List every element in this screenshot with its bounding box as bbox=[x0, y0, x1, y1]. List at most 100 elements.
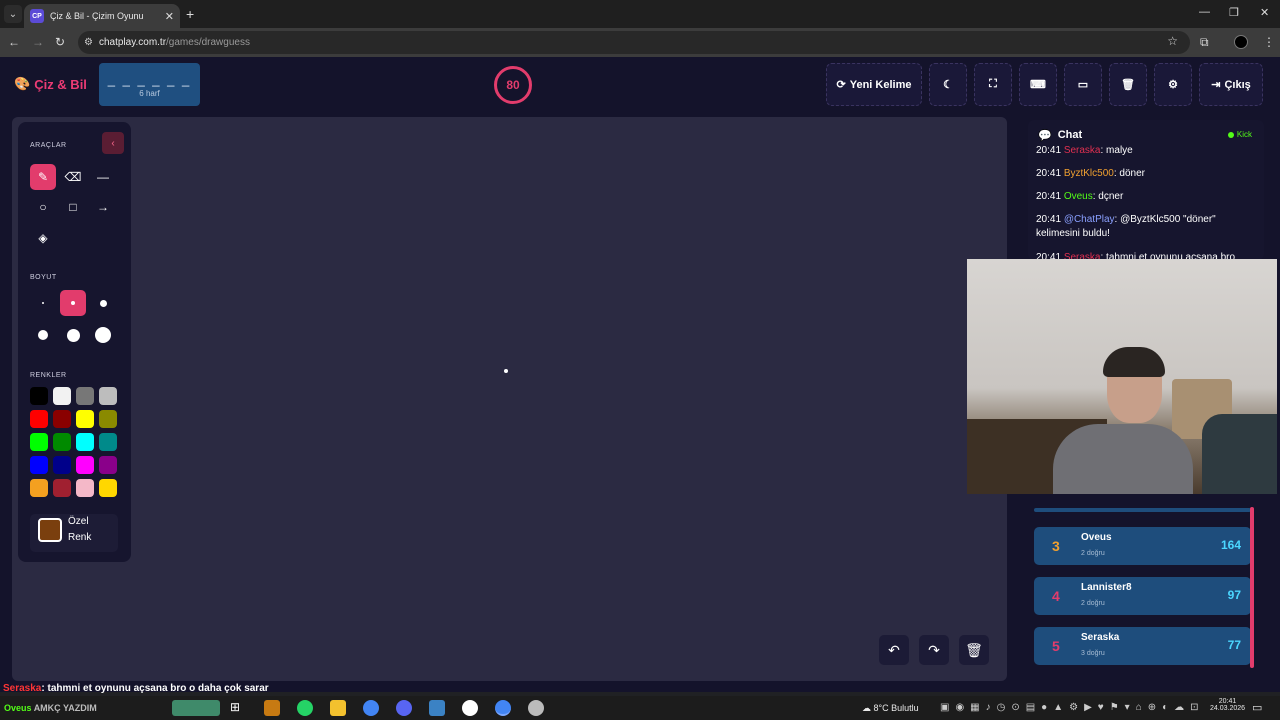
color-swatch[interactable] bbox=[99, 456, 117, 474]
address-bar[interactable]: ⚙ chatplay.com.tr/games/drawguess ☆ bbox=[78, 31, 1190, 54]
discord-icon[interactable] bbox=[396, 700, 412, 716]
fill-tool[interactable]: ◈ bbox=[30, 225, 56, 251]
extensions-icon[interactable]: ⧉ bbox=[1200, 35, 1209, 50]
undo-button[interactable]: ↶ bbox=[879, 635, 909, 665]
stream-chat-overlay: Seraska: tahmni et oynunu açsana bro o d… bbox=[3, 683, 269, 694]
size-option-4[interactable] bbox=[30, 322, 56, 348]
color-swatch[interactable] bbox=[53, 479, 71, 497]
rectangle-tool[interactable]: □ bbox=[60, 194, 86, 220]
size-option-3[interactable] bbox=[90, 290, 116, 316]
circle-icon: ○ bbox=[39, 200, 47, 214]
tab-list-icon[interactable]: ⌄ bbox=[4, 5, 22, 23]
color-swatch[interactable] bbox=[53, 410, 71, 428]
profile-avatar[interactable] bbox=[1234, 35, 1248, 49]
weather-widget[interactable]: ☁ 8°C Bulutlu bbox=[862, 703, 919, 714]
color-swatch[interactable] bbox=[76, 479, 94, 497]
obs-icon[interactable] bbox=[462, 700, 478, 716]
chrome-active-icon[interactable] bbox=[495, 700, 511, 716]
chat-bubble-icon: 💬 bbox=[1038, 129, 1052, 142]
size-option-2[interactable] bbox=[60, 290, 86, 316]
redo-icon: ↷ bbox=[928, 641, 940, 658]
circle-tool[interactable]: ○ bbox=[30, 194, 56, 220]
player-correct-count: 2 doğru bbox=[1081, 600, 1105, 607]
restore-icon[interactable]: ❐ bbox=[1229, 6, 1239, 19]
color-swatch[interactable] bbox=[30, 387, 48, 405]
reload-icon[interactable]: ↻ bbox=[55, 35, 65, 49]
keyboard-button[interactable]: ⌨ bbox=[1019, 63, 1057, 106]
color-swatch[interactable] bbox=[99, 410, 117, 428]
window-close-icon[interactable]: ✕ bbox=[1260, 6, 1269, 19]
logo-text: Çiz & Bil bbox=[34, 76, 87, 92]
size-option-1[interactable] bbox=[30, 290, 56, 316]
custom-color-button[interactable]: Özel Renk bbox=[30, 514, 118, 552]
color-swatch[interactable] bbox=[53, 456, 71, 474]
tab-close-icon[interactable]: ✕ bbox=[165, 10, 174, 23]
keyboard-icon: ⌨ bbox=[1030, 79, 1046, 91]
line-tool[interactable]: — bbox=[90, 164, 116, 190]
browser-menu-icon[interactable]: ⋮ bbox=[1263, 35, 1275, 49]
chat-message: 20:41 Oveus: dçner bbox=[1036, 191, 1124, 202]
app-icon-2[interactable] bbox=[429, 700, 445, 716]
color-swatch[interactable] bbox=[53, 433, 71, 451]
site-info-icon[interactable]: ⚙ bbox=[84, 37, 93, 48]
new-tab-icon[interactable]: + bbox=[186, 6, 194, 22]
redo-button[interactable]: ↷ bbox=[919, 635, 949, 665]
color-swatch[interactable] bbox=[99, 433, 117, 451]
color-swatch[interactable] bbox=[76, 433, 94, 451]
exit-icon: ⇥ bbox=[1211, 79, 1221, 91]
task-view-icon[interactable]: ⊞ bbox=[230, 700, 246, 716]
line-icon: — bbox=[97, 170, 109, 184]
system-tray-icons[interactable]: ▣◉▦♪◷⊙▤●▲⚙▶♥⚑▾⌂⊕◐☁⊡ bbox=[940, 702, 1205, 713]
app-icon-3[interactable] bbox=[528, 700, 544, 716]
search-highlight-image[interactable] bbox=[172, 700, 220, 716]
player-correct-count: 2 doğru bbox=[1081, 550, 1105, 557]
eraser-tool[interactable]: ⌫ bbox=[60, 164, 86, 190]
color-swatch[interactable] bbox=[76, 410, 94, 428]
player-score: 97 bbox=[1227, 588, 1241, 602]
color-swatch[interactable] bbox=[30, 433, 48, 451]
size-option-6[interactable] bbox=[90, 322, 116, 348]
color-swatch[interactable] bbox=[30, 410, 48, 428]
clear-canvas-button[interactable]: 🗑 bbox=[959, 635, 989, 665]
leaderboard-row: 5 Seraska 3 doğru 77 bbox=[1034, 627, 1251, 665]
app-icon-1[interactable] bbox=[264, 700, 280, 716]
theme-toggle-button[interactable]: ☾ bbox=[929, 63, 967, 106]
color-swatch[interactable] bbox=[30, 479, 48, 497]
leaderboard-scrollbar[interactable] bbox=[1250, 507, 1254, 668]
color-swatch[interactable] bbox=[99, 387, 117, 405]
chrome-icon[interactable] bbox=[363, 700, 379, 716]
rank-number: 3 bbox=[1052, 538, 1060, 554]
color-swatch[interactable] bbox=[30, 456, 48, 474]
brush-tool[interactable]: ✎ bbox=[30, 164, 56, 190]
forward-icon[interactable]: → bbox=[32, 35, 44, 49]
color-swatch[interactable] bbox=[76, 456, 94, 474]
color-swatch[interactable] bbox=[53, 387, 71, 405]
word-hint: 6 harf bbox=[139, 89, 160, 98]
bookmark-star-icon[interactable]: ☆ bbox=[1167, 34, 1178, 48]
color-swatch[interactable] bbox=[99, 479, 117, 497]
fullscreen-button[interactable]: ⛶ bbox=[974, 63, 1012, 106]
settings-button[interactable]: ⚙ bbox=[1154, 63, 1192, 106]
browser-tab[interactable]: CP Çiz & Bil - Çizim Oyunu ✕ bbox=[24, 4, 180, 28]
fullscreen-icon: ⛶ bbox=[989, 78, 997, 90]
new-word-button[interactable]: ⟳ Yeni Kelime bbox=[826, 63, 922, 106]
file-explorer-icon[interactable] bbox=[330, 700, 346, 716]
minimize-icon[interactable]: — bbox=[1199, 6, 1210, 18]
size-option-5[interactable] bbox=[60, 322, 86, 348]
clock[interactable]: 20:41 24.03.2026 bbox=[1210, 698, 1245, 712]
whatsapp-icon[interactable] bbox=[297, 700, 313, 716]
drawing-canvas[interactable]: ARAÇLAR ‹ ✎ ⌫ — ○ □ → ◈ BOYUT RENKLER Öz… bbox=[12, 117, 1007, 681]
player-name: Seraska bbox=[1081, 632, 1120, 643]
clear-button[interactable]: 🗑 bbox=[1109, 63, 1147, 106]
logo[interactable]: 🎨 Çiz & Bil bbox=[14, 76, 87, 92]
color-swatch[interactable] bbox=[76, 387, 94, 405]
archive-button[interactable]: ▭ bbox=[1064, 63, 1102, 106]
notifications-icon[interactable]: ▭ bbox=[1252, 701, 1262, 714]
arrow-tool[interactable]: → bbox=[90, 194, 116, 220]
cursor-dot bbox=[504, 369, 508, 373]
back-icon[interactable]: ← bbox=[8, 35, 20, 49]
tab-title: Çiz & Bil - Çizim Oyunu bbox=[50, 11, 144, 21]
exit-button[interactable]: ⇥ Çıkış bbox=[1199, 63, 1263, 106]
brush-icon: ✎ bbox=[37, 170, 49, 184]
collapse-tools-button[interactable]: ‹ bbox=[102, 132, 124, 154]
